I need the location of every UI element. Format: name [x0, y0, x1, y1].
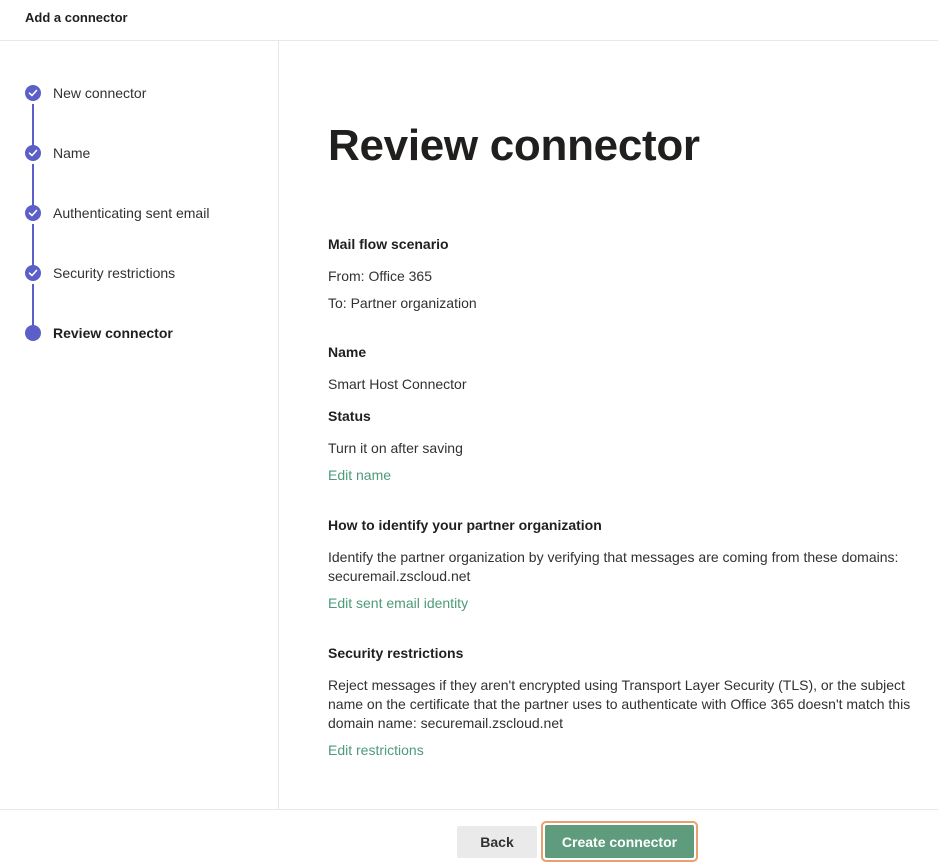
- mail-flow-heading: Mail flow scenario: [328, 236, 449, 252]
- edit-name-link[interactable]: Edit name: [328, 467, 391, 483]
- wizard-sidebar: New connector Name Authenticating sent e…: [0, 41, 279, 809]
- step-name[interactable]: Name: [53, 145, 90, 161]
- status-heading: Status: [328, 408, 371, 424]
- mail-flow-from: From: Office 365: [328, 268, 433, 284]
- step-security-restrictions[interactable]: Security restrictions: [53, 265, 175, 281]
- stepper: New connector Name Authenticating sent e…: [0, 41, 279, 381]
- review-content: Review connector Mail flow scenario From…: [280, 41, 938, 809]
- security-restrictions-heading: Security restrictions: [328, 645, 464, 661]
- checkmark-icon: [25, 265, 41, 281]
- security-restrictions-text: Reject messages if they aren't encrypted…: [328, 677, 911, 731]
- step-authenticating-sent-email[interactable]: Authenticating sent email: [53, 205, 209, 221]
- connector-name-value: Smart Host Connector: [328, 376, 467, 392]
- identify-partner-heading: How to identify your partner organizatio…: [328, 517, 602, 533]
- back-button[interactable]: Back: [457, 826, 537, 858]
- checkmark-icon: [25, 85, 41, 101]
- step-review-connector: Review connector: [53, 325, 173, 341]
- wizard-footer: Back Create connector: [0, 809, 938, 862]
- edit-sent-email-identity-link[interactable]: Edit sent email identity: [328, 595, 468, 611]
- step-connector-line: [32, 104, 34, 146]
- name-heading: Name: [328, 344, 367, 360]
- status-value: Turn it on after saving: [328, 440, 463, 456]
- add-connector-wizard: Add a connector New connector Name Authe…: [0, 0, 938, 862]
- current-step-dot-icon: [25, 325, 41, 341]
- create-connector-button[interactable]: Create connector: [545, 825, 694, 858]
- step-new-connector[interactable]: New connector: [53, 85, 146, 101]
- header: Add a connector: [0, 0, 938, 41]
- mail-flow-to: To: Partner organization: [328, 295, 477, 311]
- step-connector-line: [32, 284, 34, 326]
- step-connector-line: [32, 224, 34, 266]
- identify-partner-text: Identify the partner organization by ver…: [328, 549, 899, 584]
- edit-restrictions-link[interactable]: Edit restrictions: [328, 742, 424, 758]
- header-title: Add a connector: [25, 10, 128, 25]
- checkmark-icon: [25, 205, 41, 221]
- step-connector-line: [32, 164, 34, 206]
- page-title: Review connector: [328, 121, 700, 170]
- checkmark-icon: [25, 145, 41, 161]
